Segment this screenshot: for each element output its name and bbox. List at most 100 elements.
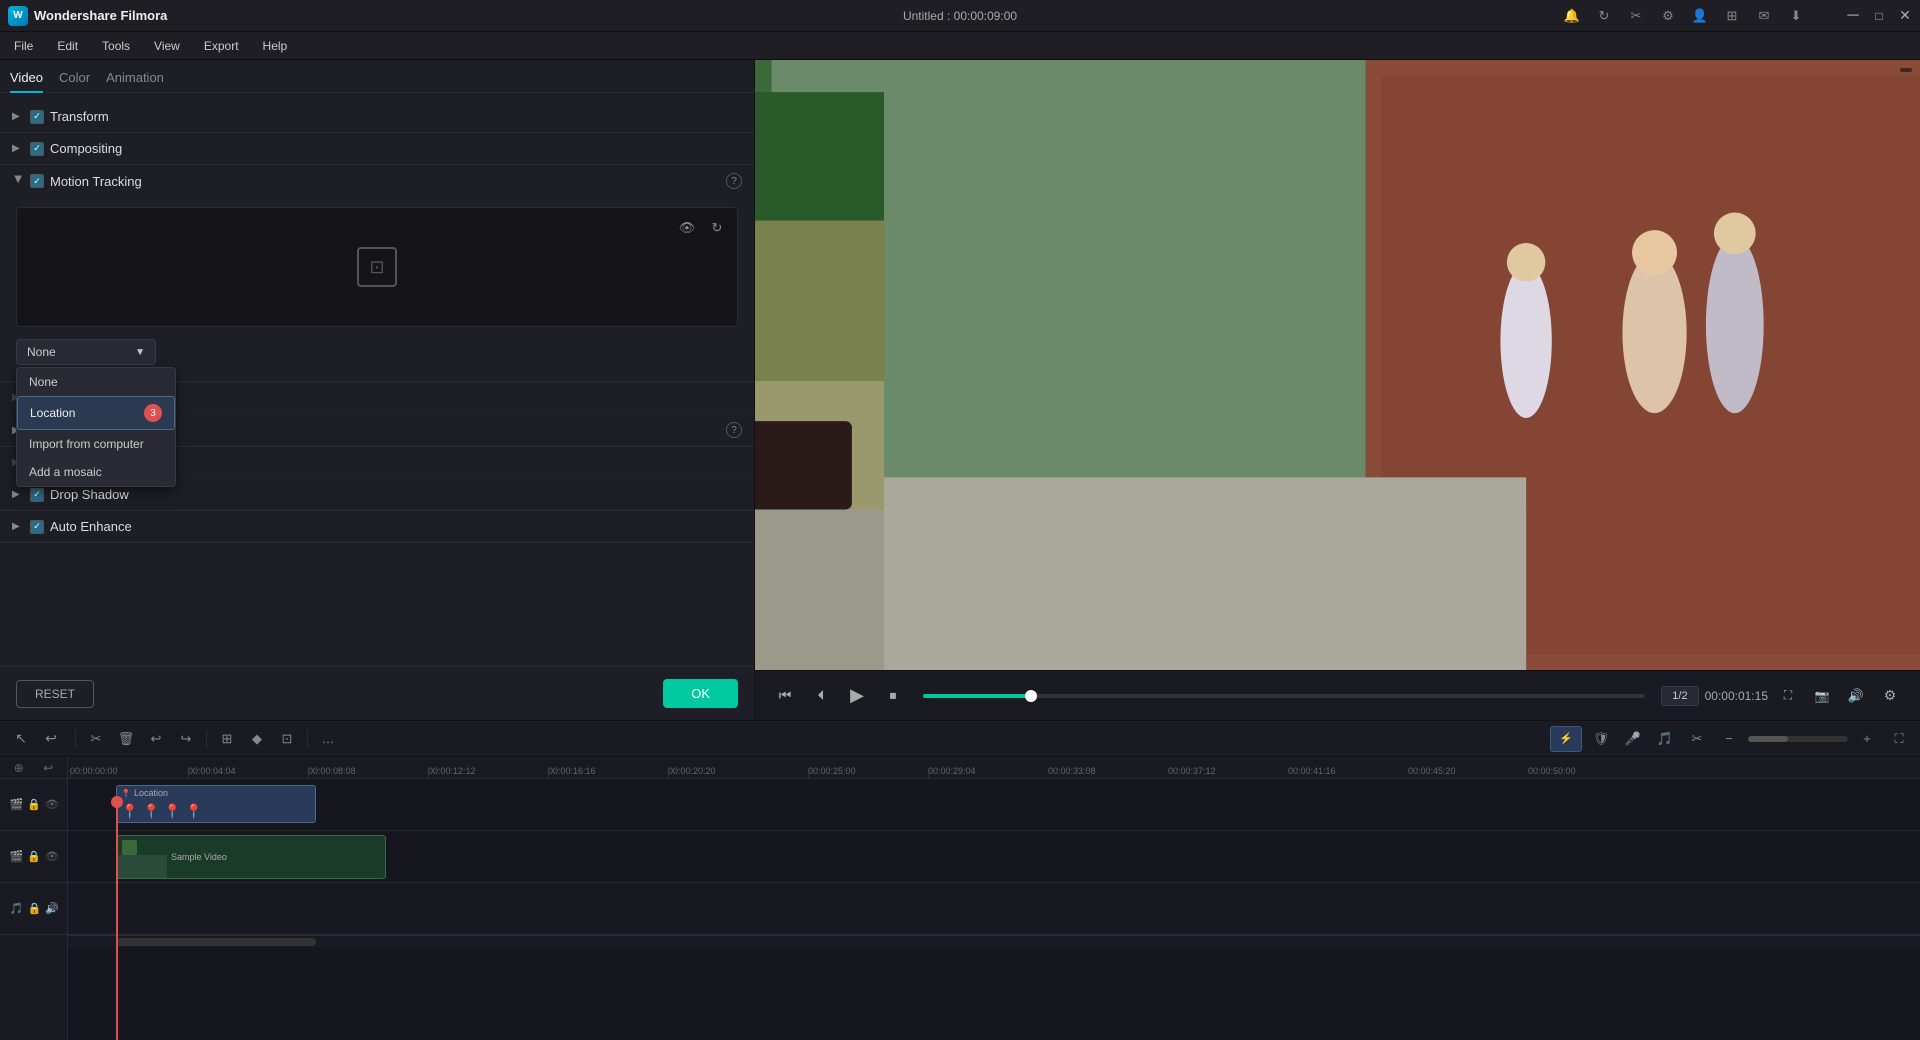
stop-button[interactable]: ⏹	[879, 682, 907, 710]
timeline-cursor-tool[interactable]: ↖	[8, 726, 34, 752]
tab-animation[interactable]: Animation	[106, 66, 164, 93]
timeline-marker-tool[interactable]: ◆	[244, 726, 270, 752]
scrollbar-thumb[interactable]	[116, 938, 316, 946]
tracking-eye-button[interactable]: 👁	[675, 216, 699, 240]
video-clip-thumbnail	[117, 836, 167, 878]
dropdown-option-none[interactable]: None	[17, 368, 175, 396]
timeline-toolbar: ↖ ↩ ✂ 🗑 ↩ ↪ ⊞ ◆ ⊡ … ⚡ 🛡 🎤 🎵 ✂ − + ⛶	[0, 721, 1920, 757]
step-back-button[interactable]: ⏴	[807, 682, 835, 710]
track-video-icon: 🎬	[10, 850, 24, 863]
track-video-lock[interactable]: 🔒	[27, 850, 41, 863]
menu-export[interactable]: Export	[194, 36, 249, 56]
ruler-mark-8: 00:00:33:08	[1048, 766, 1096, 776]
panel-bottom: RESET OK	[0, 666, 754, 720]
dropdown-option-import[interactable]: Import from computer	[17, 430, 175, 458]
dropdown-option-location[interactable]: Location 3	[17, 396, 175, 430]
timeline: ↖ ↩ ✂ 🗑 ↩ ↪ ⊞ ◆ ⊡ … ⚡ 🛡 🎤 🎵 ✂ − + ⛶	[0, 720, 1920, 1040]
menu-edit[interactable]: Edit	[47, 36, 88, 56]
menu-tools[interactable]: Tools	[92, 36, 140, 56]
section-compositing: ▶ ✓ Compositing	[0, 133, 754, 165]
motion-tracking-checkbox[interactable]: ✓	[30, 174, 44, 188]
timeline-ripple-tool[interactable]: ↩	[38, 726, 64, 752]
timeline-more-tools[interactable]: …	[315, 726, 341, 752]
screenshot-button[interactable]: 📷	[1808, 682, 1836, 710]
timeline-delete-tool[interactable]: 🗑	[113, 726, 139, 752]
timeline-undo-tool[interactable]: ↩	[143, 726, 169, 752]
transform-checkbox[interactable]: ✓	[30, 110, 44, 124]
settings-button[interactable]: ⚙	[1876, 682, 1904, 710]
user-icon[interactable]: 👤	[1690, 6, 1710, 26]
track-location-eye[interactable]: 👁	[45, 798, 59, 811]
playback-speed-select[interactable]: 1/2	[1661, 686, 1698, 706]
dropdown-arrow-icon: ▼	[135, 347, 145, 358]
fullscreen-button[interactable]: ⛶	[1774, 682, 1802, 710]
tab-video[interactable]: Video	[10, 66, 43, 93]
app-name: Wondershare Filmora	[34, 8, 167, 23]
add-track-button[interactable]: ↩	[43, 761, 53, 775]
menu-view[interactable]: View	[144, 36, 190, 56]
timeline-minus-btn[interactable]: −	[1716, 726, 1742, 752]
minimize-button[interactable]: ─	[1846, 9, 1860, 23]
ok-button[interactable]: OK	[663, 679, 738, 708]
video-clip[interactable]: Sample Video	[116, 835, 386, 879]
track-location-lock[interactable]: 🔒	[27, 798, 41, 811]
auto-enhance-header[interactable]: ▶ ✓ Auto Enhance	[0, 511, 754, 542]
timeline-scrollbar[interactable]	[68, 935, 1920, 947]
reset-button[interactable]: RESET	[16, 680, 94, 708]
timeline-snap-tool[interactable]: ⊞	[214, 726, 240, 752]
timeline-expand-btn[interactable]: ⛶	[1886, 726, 1912, 752]
location-clip-label: Location	[134, 788, 168, 798]
timeline-mic-btn[interactable]: 🎤	[1620, 726, 1646, 752]
play-button[interactable]: ▶	[843, 682, 871, 710]
maximize-button[interactable]: □	[1872, 9, 1886, 23]
menu-help[interactable]: Help	[253, 36, 298, 56]
motion-tracking-header[interactable]: ▶ ✓ Motion Tracking ?	[0, 165, 754, 197]
auto-enhance-checkbox[interactable]: ✓	[30, 520, 44, 534]
grid-icon[interactable]: ⊞	[1722, 6, 1742, 26]
dropdown-option-mosaic[interactable]: Add a mosaic	[17, 458, 175, 486]
tracking-type-select[interactable]: None ▼	[16, 339, 156, 365]
add-media-button[interactable]: ⊕	[14, 761, 24, 775]
notification-icon[interactable]: 🔔	[1562, 6, 1582, 26]
property-tabs: Video Color Animation	[0, 60, 754, 93]
motion-tracking-help[interactable]: ?	[726, 173, 742, 189]
progress-thumb[interactable]	[1025, 690, 1037, 702]
properties-panel: ▶ ✓ Transform ▶ ✓ Compositing ▶ ✓ Motion	[0, 93, 754, 666]
timeline-shield-btn[interactable]: 🛡	[1588, 726, 1614, 752]
preview-time-display: 00:00:01:15	[1705, 689, 1768, 703]
tracking-refresh-button[interactable]: ↻	[705, 216, 729, 240]
track-audio-lock[interactable]: 🔒	[28, 902, 42, 915]
section-transform: ▶ ✓ Transform	[0, 101, 754, 133]
timeline-cut-tool[interactable]: ✂	[83, 726, 109, 752]
menu-file[interactable]: File	[4, 36, 43, 56]
transform-arrow: ▶	[12, 111, 24, 122]
settings-gear-icon[interactable]: ⚙	[1658, 6, 1678, 26]
timeline-content[interactable]: 00:00:00:00 00:00:04:04 00:00:08:08 00:0…	[68, 757, 1920, 1040]
mail-icon[interactable]: ✉	[1754, 6, 1774, 26]
pin-2: 📍	[142, 803, 159, 820]
download-icon[interactable]: ⬇	[1786, 6, 1806, 26]
compositing-checkbox[interactable]: ✓	[30, 142, 44, 156]
timeline-audio-btn[interactable]: 🎵	[1652, 726, 1678, 752]
drop-shadow-checkbox[interactable]: ✓	[30, 488, 44, 502]
track-video-eye[interactable]: 👁	[45, 850, 59, 863]
sync-icon[interactable]: ↻	[1594, 6, 1614, 26]
close-button[interactable]: ✕	[1898, 9, 1912, 23]
prev-frame-button[interactable]: ⏮	[771, 682, 799, 710]
tab-color[interactable]: Color	[59, 66, 90, 93]
location-clip[interactable]: 📍 Location 📍 📍 📍 📍	[116, 785, 316, 823]
compositing-header[interactable]: ▶ ✓ Compositing	[0, 133, 754, 164]
volume-button[interactable]: 🔊	[1842, 682, 1870, 710]
timeline-crop-btn[interactable]: ✂	[1684, 726, 1710, 752]
transform-header[interactable]: ▶ ✓ Transform	[0, 101, 754, 132]
chroma-key-help[interactable]: ?	[726, 422, 742, 438]
timeline-plus-btn[interactable]: +	[1854, 726, 1880, 752]
timeline-tracks: 📍 Location 📍 📍 📍 📍	[68, 779, 1920, 935]
timeline-zoom-slider[interactable]	[1748, 736, 1848, 742]
progress-bar[interactable]	[923, 694, 1645, 698]
timeline-render-btn[interactable]: ⚡	[1550, 726, 1582, 752]
track-audio-vol[interactable]: 🔊	[45, 902, 59, 915]
timeline-redo-tool[interactable]: ↪	[173, 726, 199, 752]
scissors-icon[interactable]: ✂	[1626, 6, 1646, 26]
timeline-zoom-fit-tool[interactable]: ⊡	[274, 726, 300, 752]
